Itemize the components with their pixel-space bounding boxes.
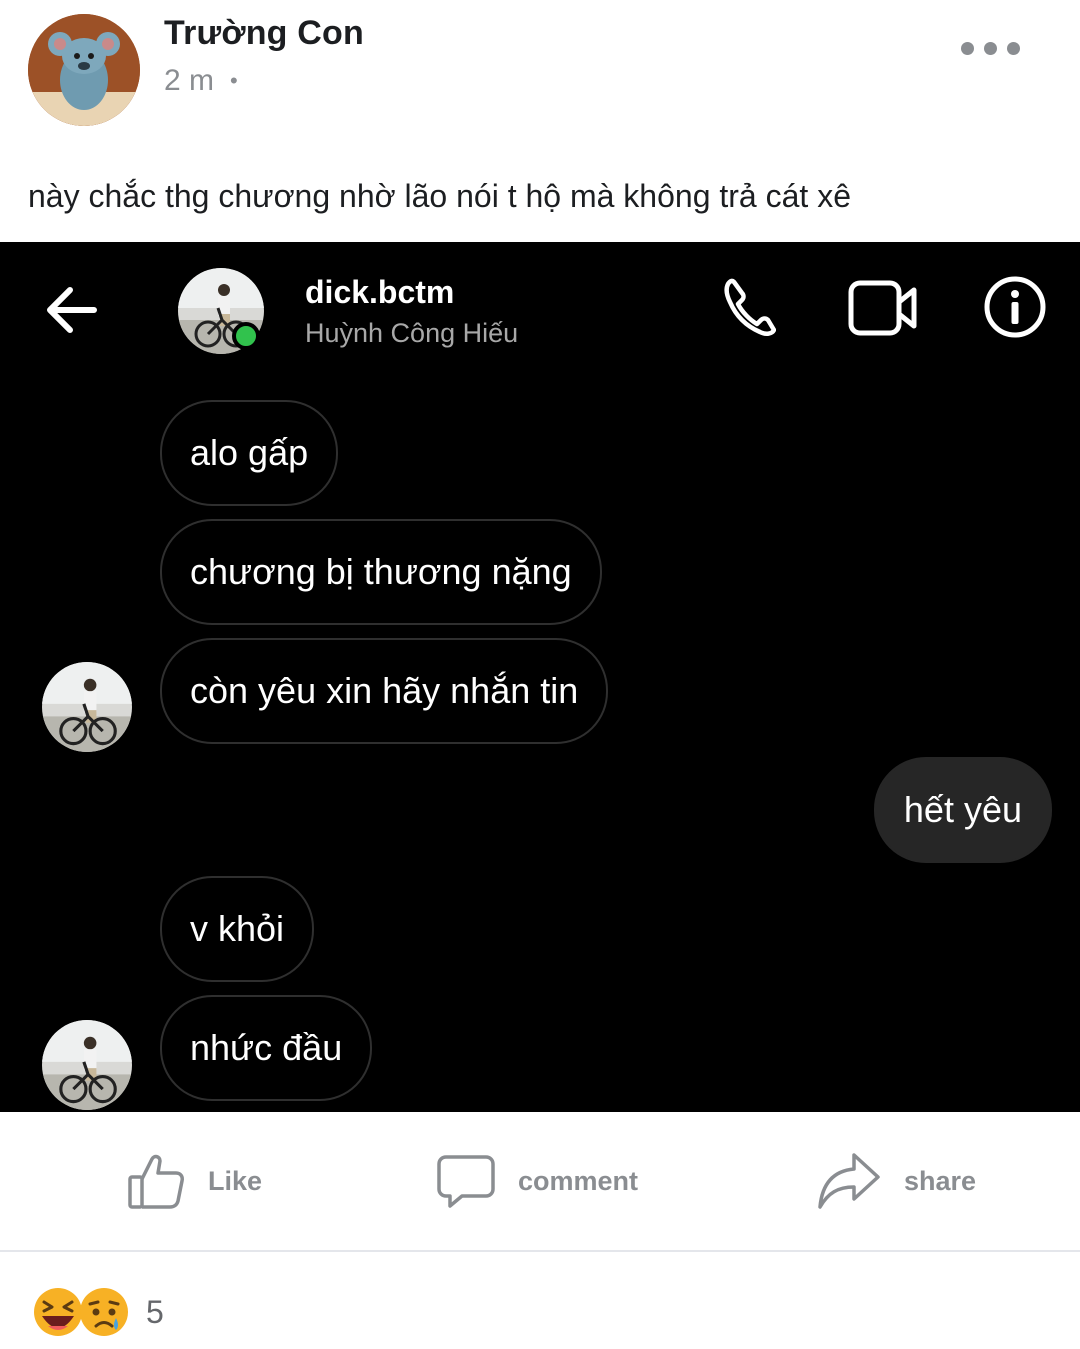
post-caption: này chắc thg chương nhờ lão nói t hộ mà … <box>28 178 851 214</box>
comment-label: comment <box>518 1165 639 1196</box>
phone-icon <box>722 278 777 343</box>
incoming-message: v khỏi <box>160 876 315 982</box>
reaction-summary[interactable]: 5 <box>32 1284 164 1340</box>
share-button[interactable]: share <box>816 1150 976 1212</box>
outgoing-message: hết yêu <box>873 757 1052 863</box>
sender-avatar <box>42 1020 132 1110</box>
incoming-message: nhức đầu <box>160 995 373 1101</box>
author-name[interactable]: Trường Con <box>164 14 364 53</box>
sad-emoji-icon <box>80 1288 128 1336</box>
sender-avatar <box>42 662 132 752</box>
reaction-count: 5 <box>146 1293 164 1330</box>
info-icon <box>984 276 1046 343</box>
back-arrow-icon <box>44 284 100 336</box>
more-options-button[interactable] <box>950 30 1030 66</box>
thumbs-up-icon <box>128 1154 184 1209</box>
chat-fullname: Huỳnh Công Hiếu <box>305 318 519 348</box>
meta-separator: • <box>230 68 238 93</box>
like-button[interactable]: Like <box>126 1150 262 1212</box>
contact-avatar <box>178 268 264 354</box>
comment-button[interactable]: comment <box>436 1150 638 1212</box>
share-arrow-icon <box>818 1153 880 1209</box>
chat-screenshot[interactable]: dick.bctm Huỳnh Công Hiếu alo gấp chương… <box>0 242 1080 1112</box>
laughing-emoji-icon <box>34 1288 82 1336</box>
incoming-message: còn yêu xin hãy nhắn tin <box>160 638 609 744</box>
post-action-bar: Like comment share <box>0 1112 1080 1252</box>
chat-username: dick.bctm <box>305 274 455 310</box>
online-status-dot <box>232 322 260 350</box>
post-header: Trường Con 2 m • <box>0 0 1080 140</box>
author-avatar[interactable] <box>28 14 140 126</box>
more-dot-icon <box>1006 41 1020 55</box>
share-label: share <box>904 1165 977 1196</box>
comment-bubble-icon <box>437 1155 495 1208</box>
more-dot-icon <box>983 41 997 55</box>
post-timestamp: 2 m <box>164 64 215 97</box>
incoming-message: chương bị thương nặng <box>160 519 602 625</box>
post-meta: 2 m • <box>164 64 238 98</box>
incoming-message: alo gấp <box>160 400 339 506</box>
video-camera-icon <box>848 280 918 341</box>
more-dot-icon <box>960 41 974 55</box>
like-label: Like <box>208 1165 263 1196</box>
